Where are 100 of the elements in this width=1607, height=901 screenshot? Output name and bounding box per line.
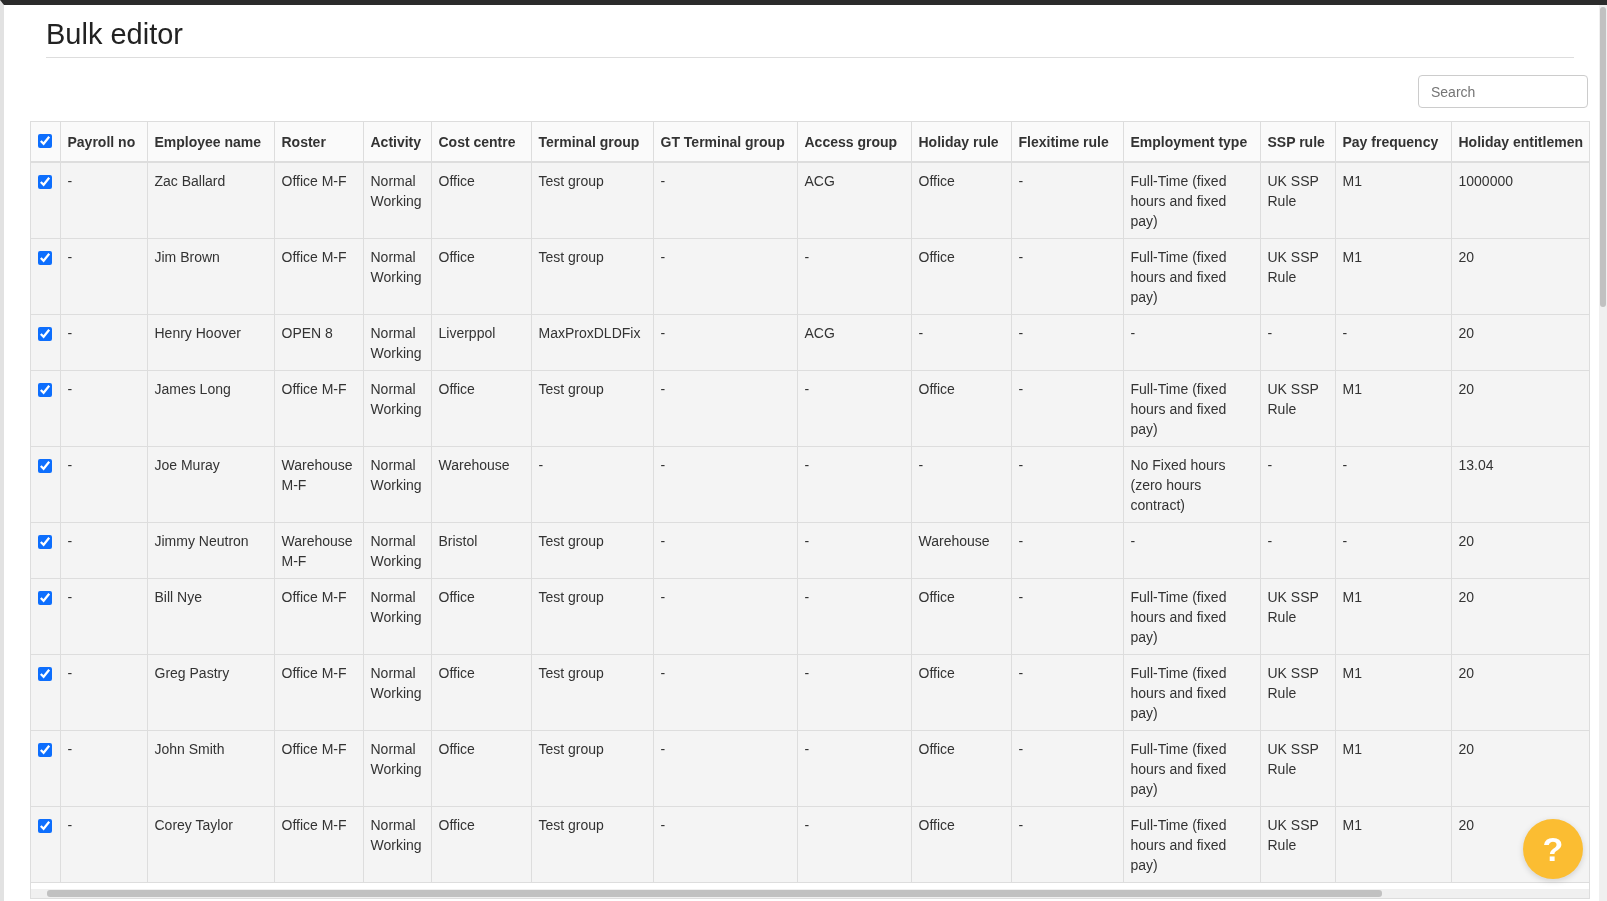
column-header[interactable]: Holiday rule bbox=[911, 122, 1011, 162]
row-checkbox[interactable] bbox=[38, 383, 52, 397]
table-cell: M1 bbox=[1335, 654, 1451, 731]
table-cell: Office bbox=[431, 806, 531, 883]
table-cell: Normal Working bbox=[363, 522, 431, 579]
table-cell: - bbox=[1011, 238, 1123, 315]
table-cell: 20 bbox=[1451, 730, 1589, 807]
column-header[interactable]: Employment type bbox=[1123, 122, 1260, 162]
horizontal-scrollbar[interactable] bbox=[31, 889, 1589, 898]
column-header[interactable]: Access group bbox=[797, 122, 911, 162]
column-header[interactable]: Payroll no bbox=[60, 122, 147, 162]
table-cell: - bbox=[60, 730, 147, 807]
table-cell: - bbox=[60, 370, 147, 447]
table-cell: 20 bbox=[1451, 238, 1589, 315]
table-cell: Test group bbox=[531, 654, 653, 731]
row-checkbox[interactable] bbox=[38, 459, 52, 473]
row-checkbox[interactable] bbox=[38, 819, 52, 833]
table-cell: Office M-F bbox=[274, 238, 363, 315]
column-header[interactable]: Employee name bbox=[147, 122, 274, 162]
table-cell: - bbox=[797, 806, 911, 883]
table-cell: Office bbox=[911, 654, 1011, 731]
column-header[interactable]: Roster bbox=[274, 122, 363, 162]
row-checkbox[interactable] bbox=[38, 535, 52, 549]
table-cell: Liverppol bbox=[431, 314, 531, 371]
column-header[interactable]: Terminal group bbox=[531, 122, 653, 162]
table-cell: - bbox=[797, 654, 911, 731]
table-cell: Office bbox=[911, 578, 1011, 655]
table-cell: Normal Working bbox=[363, 730, 431, 807]
row-checkbox[interactable] bbox=[38, 743, 52, 757]
table-cell: - bbox=[797, 578, 911, 655]
table-cell: Office M-F bbox=[274, 370, 363, 447]
table-cell: Office M-F bbox=[274, 162, 363, 239]
column-header[interactable]: Holiday entitlemen bbox=[1451, 122, 1589, 162]
table-cell: ACG bbox=[797, 314, 911, 371]
table-cell: Office bbox=[431, 238, 531, 315]
row-checkbox[interactable] bbox=[38, 667, 52, 681]
row-checkbox[interactable] bbox=[38, 327, 52, 341]
column-header[interactable]: Flexitime rule bbox=[1011, 122, 1123, 162]
table-cell: Office bbox=[911, 162, 1011, 239]
column-header[interactable]: GT Terminal group bbox=[653, 122, 797, 162]
column-header[interactable]: Activity bbox=[363, 122, 431, 162]
table-cell: Zac Ballard bbox=[147, 162, 274, 239]
table-cell: M1 bbox=[1335, 578, 1451, 655]
column-header[interactable]: SSP rule bbox=[1260, 122, 1335, 162]
table-cell: Office bbox=[911, 806, 1011, 883]
table-cell: Test group bbox=[531, 578, 653, 655]
table-cell: - bbox=[1011, 314, 1123, 371]
table-cell: - bbox=[1011, 578, 1123, 655]
row-checkbox[interactable] bbox=[38, 251, 52, 265]
table-cell: Office M-F bbox=[274, 806, 363, 883]
table-cell: Normal Working bbox=[363, 238, 431, 315]
table-cell: Bristol bbox=[431, 522, 531, 579]
table-cell: Full-Time (fixed hours and fixed pay) bbox=[1123, 806, 1260, 883]
table-cell: - bbox=[1260, 522, 1335, 579]
table-cell: Normal Working bbox=[363, 806, 431, 883]
table-cell: Jimmy Neutron bbox=[147, 522, 274, 579]
table-cell: UK SSP Rule bbox=[1260, 730, 1335, 807]
table-cell: 20 bbox=[1451, 370, 1589, 447]
table-cell: Jim Brown bbox=[147, 238, 274, 315]
table-cell: Test group bbox=[531, 730, 653, 807]
page-title: Bulk editor bbox=[46, 18, 1574, 58]
table-cell: Office bbox=[431, 578, 531, 655]
table-cell: - bbox=[1123, 522, 1260, 579]
table-cell: - bbox=[1011, 730, 1123, 807]
table-cell: Office M-F bbox=[274, 654, 363, 731]
table-cell: Office bbox=[911, 730, 1011, 807]
column-header[interactable]: Cost centre bbox=[431, 122, 531, 162]
column-header[interactable]: Pay frequency bbox=[1335, 122, 1451, 162]
table-cell: No Fixed hours (zero hours contract) bbox=[1123, 446, 1260, 523]
table-cell: Test group bbox=[531, 162, 653, 239]
table-cell: Office bbox=[431, 370, 531, 447]
table-cell: M1 bbox=[1335, 162, 1451, 239]
table-cell: John Smith bbox=[147, 730, 274, 807]
table-cell: Test group bbox=[531, 238, 653, 315]
table-cell: - bbox=[1260, 314, 1335, 371]
table-cell: - bbox=[1011, 370, 1123, 447]
table-cell: Office bbox=[431, 162, 531, 239]
row-checkbox[interactable] bbox=[38, 175, 52, 189]
table-cell: UK SSP Rule bbox=[1260, 162, 1335, 239]
table-cell: UK SSP Rule bbox=[1260, 370, 1335, 447]
row-checkbox[interactable] bbox=[38, 591, 52, 605]
table-cell: Warehouse M-F bbox=[274, 446, 363, 523]
table-cell: - bbox=[911, 314, 1011, 371]
table-cell: Office bbox=[911, 370, 1011, 447]
select-all-checkbox[interactable] bbox=[38, 134, 52, 148]
table-cell: - bbox=[653, 522, 797, 579]
table-cell: Full-Time (fixed hours and fixed pay) bbox=[1123, 162, 1260, 239]
table-cell: Test group bbox=[531, 522, 653, 579]
table-cell: M1 bbox=[1335, 370, 1451, 447]
table-cell: M1 bbox=[1335, 806, 1451, 883]
table-cell: Normal Working bbox=[363, 654, 431, 731]
search-field[interactable]: Search bbox=[1418, 75, 1588, 108]
table-cell: - bbox=[797, 238, 911, 315]
table-cell: Test group bbox=[531, 370, 653, 447]
table-cell: Normal Working bbox=[363, 446, 431, 523]
table-cell: - bbox=[653, 806, 797, 883]
table-cell: Full-Time (fixed hours and fixed pay) bbox=[1123, 370, 1260, 447]
table-cell: Henry Hoover bbox=[147, 314, 274, 371]
vertical-scrollbar[interactable] bbox=[1599, 5, 1607, 901]
table-cell: - bbox=[1335, 446, 1451, 523]
